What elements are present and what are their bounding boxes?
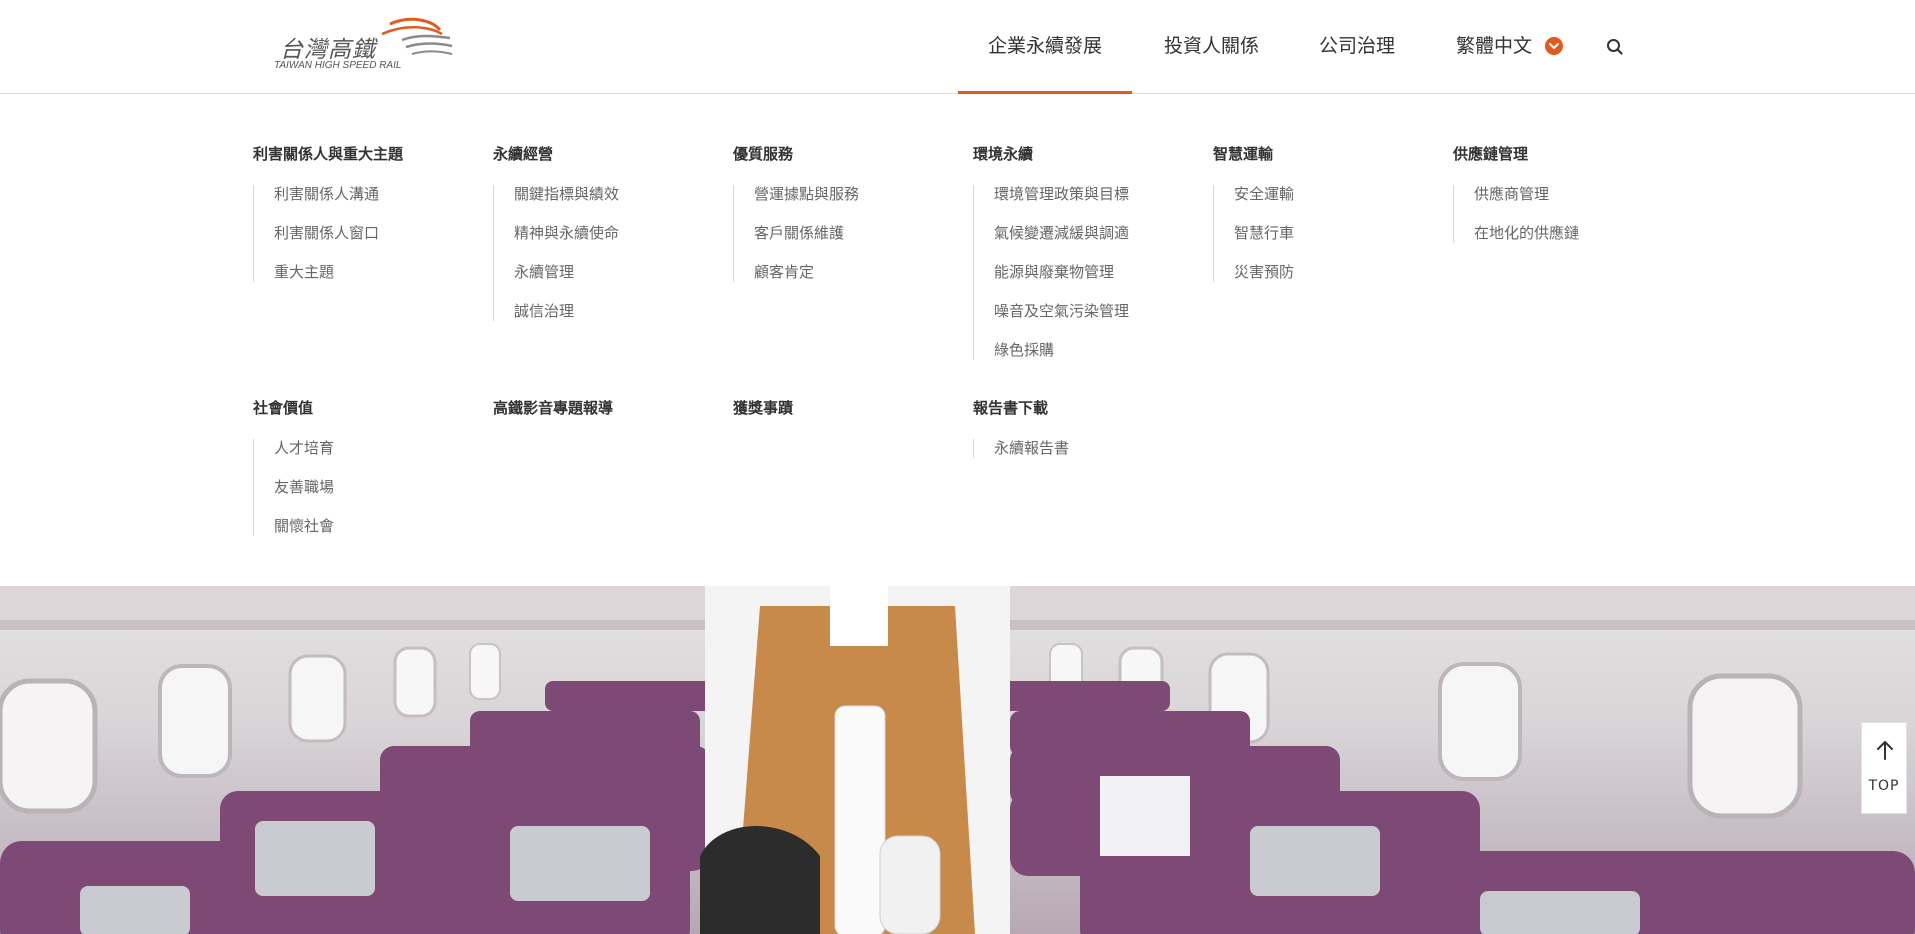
menu-column-list: 利害關係人溝通 利害關係人窗口 重大主題 xyxy=(253,185,473,282)
nav-item-language[interactable]: 繁體中文 xyxy=(1456,0,1532,94)
menu-item[interactable]: 利害關係人溝通 xyxy=(274,185,473,224)
mega-menu: 利害關係人與重大主題 利害關係人溝通 利害關係人窗口 重大主題 永續經營 關鍵指… xyxy=(0,94,1915,586)
back-to-top-label: TOP xyxy=(1868,778,1900,794)
arrow-up-icon xyxy=(1877,741,1893,760)
menu-column-awards: 獲獎事蹟 xyxy=(733,397,953,419)
menu-item[interactable]: 關鍵指標與績效 xyxy=(514,185,713,224)
menu-item[interactable]: 營運據點與服務 xyxy=(754,185,953,224)
menu-column-title[interactable]: 智慧運輸 xyxy=(1213,143,1433,165)
menu-column-supply-chain: 供應鏈管理 供應商管理 在地化的供應鏈 xyxy=(1453,143,1673,243)
menu-column-title[interactable]: 獲獎事蹟 xyxy=(733,397,953,419)
menu-column-title[interactable]: 高鐵影音專題報導 xyxy=(493,397,713,419)
chevron-down-circle-icon[interactable] xyxy=(1545,37,1563,55)
menu-item[interactable]: 人才培育 xyxy=(274,439,473,478)
menu-item[interactable]: 綠色採購 xyxy=(994,341,1193,360)
menu-column-title[interactable]: 永續經營 xyxy=(493,143,713,165)
menu-item[interactable]: 智慧行車 xyxy=(1234,224,1433,263)
menu-column-title[interactable]: 社會價值 xyxy=(253,397,473,419)
menu-column-list: 營運據點與服務 客戶關係維護 顧客肯定 xyxy=(733,185,953,282)
menu-item[interactable]: 能源與廢棄物管理 xyxy=(994,263,1193,302)
menu-column-title[interactable]: 環境永續 xyxy=(973,143,1193,165)
menu-column-title[interactable]: 利害關係人與重大主題 xyxy=(253,143,473,165)
menu-item[interactable]: 氣候變遷減緩與調適 xyxy=(994,224,1193,263)
menu-item[interactable]: 精神與永續使命 xyxy=(514,224,713,263)
menu-column-stakeholders: 利害關係人與重大主題 利害關係人溝通 利害關係人窗口 重大主題 xyxy=(253,143,473,282)
menu-column-social-value: 社會價值 人才培育 友善職場 關懷社會 xyxy=(253,397,473,536)
menu-column-smart-transport: 智慧運輸 安全運輸 智慧行車 災害預防 xyxy=(1213,143,1433,282)
logo-english-name: TAIWAN HIGH SPEED RAIL xyxy=(274,60,402,71)
menu-item[interactable]: 重大主題 xyxy=(274,263,473,282)
menu-column-list: 關鍵指標與績效 精神與永續使命 永續管理 誠信治理 xyxy=(493,185,713,321)
menu-column-quality-service: 優質服務 營運據點與服務 客戶關係維護 顧客肯定 xyxy=(733,143,953,282)
menu-column-list: 安全運輸 智慧行車 災害預防 xyxy=(1213,185,1433,282)
menu-item[interactable]: 誠信治理 xyxy=(514,302,713,321)
menu-item[interactable]: 安全運輸 xyxy=(1234,185,1433,224)
menu-item[interactable]: 環境管理政策與目標 xyxy=(994,185,1193,224)
menu-column-sustainable-operation: 永續經營 關鍵指標與績效 精神與永續使命 永續管理 誠信治理 xyxy=(493,143,713,321)
menu-item[interactable]: 噪音及空氣污染管理 xyxy=(994,302,1193,341)
menu-item[interactable]: 關懷社會 xyxy=(274,517,473,536)
menu-item[interactable]: 永續管理 xyxy=(514,263,713,302)
menu-column-list: 人才培育 友善職場 關懷社會 xyxy=(253,439,473,536)
logo-chinese-name: 台灣高鐵 xyxy=(280,37,376,63)
menu-column-title[interactable]: 供應鏈管理 xyxy=(1453,143,1673,165)
nav-item-sustainability[interactable]: 企業永續發展 xyxy=(957,0,1133,95)
menu-item[interactable]: 永續報告書 xyxy=(994,439,1193,458)
menu-item[interactable]: 顧客肯定 xyxy=(754,263,953,282)
menu-column-title[interactable]: 報告書下載 xyxy=(973,397,1193,419)
menu-item[interactable]: 在地化的供應鏈 xyxy=(1474,224,1673,243)
menu-item[interactable]: 友善職場 xyxy=(274,478,473,517)
menu-item[interactable]: 供應商管理 xyxy=(1474,185,1673,224)
nav-item-corporate-governance[interactable]: 公司治理 xyxy=(1319,0,1395,94)
menu-column-list: 環境管理政策與目標 氣候變遷減緩與調適 能源與廢棄物管理 噪音及空氣污染管理 綠… xyxy=(973,185,1193,360)
menu-column-list: 永續報告書 xyxy=(973,439,1193,458)
nav-item-investor-relations[interactable]: 投資人關係 xyxy=(1164,0,1259,94)
train-cabin-image xyxy=(0,586,1915,934)
menu-column-video-reports: 高鐵影音專題報導 xyxy=(493,397,713,419)
menu-item[interactable]: 災害預防 xyxy=(1234,263,1433,282)
menu-column-environment: 環境永續 環境管理政策與目標 氣候變遷減緩與調適 能源與廢棄物管理 噪音及空氣污… xyxy=(973,143,1193,360)
search-icon[interactable] xyxy=(1604,36,1626,58)
hero-photo xyxy=(0,586,1915,934)
menu-item[interactable]: 客戶關係維護 xyxy=(754,224,953,263)
brand-logo[interactable]: 台灣高鐵 TAIWAN HIGH SPEED RAIL xyxy=(272,16,462,74)
menu-item[interactable]: 利害關係人窗口 xyxy=(274,224,473,263)
menu-column-report-download: 報告書下載 永續報告書 xyxy=(973,397,1193,458)
back-to-top-button[interactable]: TOP xyxy=(1861,722,1907,814)
menu-column-title[interactable]: 優質服務 xyxy=(733,143,953,165)
site-header: 台灣高鐵 TAIWAN HIGH SPEED RAIL 企業永續發展 投資人關係… xyxy=(0,0,1915,95)
menu-column-list: 供應商管理 在地化的供應鏈 xyxy=(1453,185,1673,243)
